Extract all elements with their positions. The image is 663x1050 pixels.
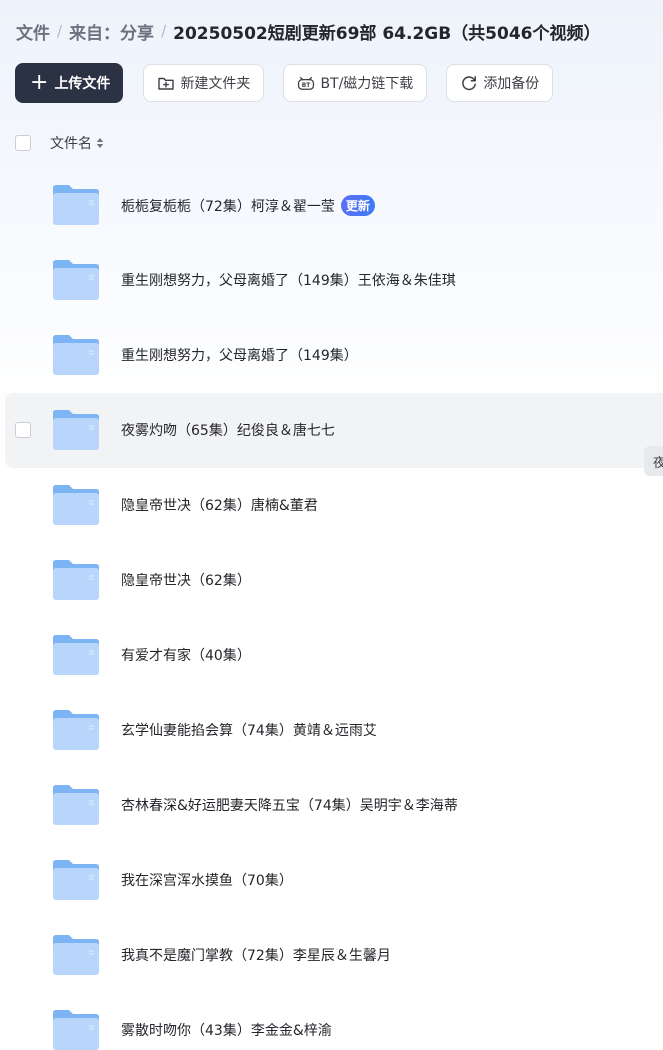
folder-icon — [52, 934, 100, 976]
folder-icon — [52, 784, 100, 826]
breadcrumb-separator: / — [161, 22, 167, 40]
add-backup-button[interactable]: 添加备份 — [446, 64, 554, 102]
new-folder-button[interactable]: 新建文件夹 — [143, 64, 265, 102]
breadcrumb-source[interactable]: 来自：分享 — [69, 19, 154, 44]
upload-button-label: 上传文件 — [54, 76, 111, 92]
row-name-text: 玄学仙妻能掐会算（74集）黄靖＆远雨艾 — [121, 723, 377, 739]
table-row[interactable]: 玄学仙妻能掐会算（74集）黄靖＆远雨艾 — [0, 693, 663, 768]
folder-icon — [52, 859, 100, 901]
table-row[interactable]: 重生刚想努力，父母离婚了（149集） — [0, 318, 663, 393]
row-name[interactable]: 玄学仙妻能掐会算（74集）黄靖＆远雨艾 — [121, 720, 377, 740]
folder-icon — [52, 184, 100, 226]
table-row[interactable]: 雾散时吻你（43集）李金金&梓渝 — [0, 993, 663, 1050]
row-name[interactable]: 重生刚想努力，父母离婚了（149集） — [121, 345, 358, 365]
table-row-hovered[interactable]: 夜雾灼吻（65集）纪俊良＆唐七七 — [5, 393, 663, 468]
row-name[interactable]: 重生刚想努力，父母离婚了（149集）王依海＆朱佳琪 — [121, 270, 456, 290]
row-name-text: 隐皇帝世决（62集）唐楠&董君 — [121, 498, 318, 514]
plus-icon: + — [30, 70, 49, 95]
row-name[interactable]: 隐皇帝世决（62集） — [121, 570, 251, 590]
row-name[interactable]: 有爱才有家（40集） — [121, 645, 251, 665]
add-backup-button-label: 添加备份 — [483, 76, 540, 92]
breadcrumb-root[interactable]: 文件 — [16, 19, 50, 44]
row-name[interactable]: 夜雾灼吻（65集）纪俊良＆唐七七 — [121, 420, 335, 440]
row-name[interactable]: 杏林春深&好运肥妻天降五宝（74集）吴明宇＆李海蒂 — [121, 795, 458, 815]
row-name-text: 我在深宫浑水摸鱼（70集） — [121, 873, 293, 889]
upload-button[interactable]: + 上传文件 — [15, 63, 124, 103]
table-row[interactable]: 栀栀复栀栀（72集）柯淳＆翟一莹 更新 — [0, 168, 663, 243]
bt-download-button[interactable]: BT BT/磁力链下载 — [283, 64, 428, 102]
row-name-text: 杏林春深&好运肥妻天降五宝（74集）吴明宇＆李海蒂 — [121, 798, 458, 814]
row-name[interactable]: 我真不是魔门掌教（72集）李星辰＆生馨月 — [121, 945, 391, 965]
row-checkbox[interactable] — [15, 422, 31, 438]
update-badge: 更新 — [340, 195, 375, 216]
toolbar: + 上传文件 新建文件夹 BT BT/磁力链下载 添加备份 — [15, 63, 572, 103]
new-folder-button-label: 新建文件夹 — [180, 76, 251, 92]
folder-plus-icon — [157, 74, 175, 92]
table-row[interactable]: 我在深宫浑水摸鱼（70集） — [0, 843, 663, 918]
table-row[interactable]: 隐皇帝世决（62集）唐楠&董君 — [0, 468, 663, 543]
column-header-name[interactable]: 文件名 — [50, 133, 104, 153]
sort-icon[interactable] — [96, 137, 104, 149]
table-row[interactable]: 隐皇帝世决（62集） — [0, 543, 663, 618]
row-name-text: 我真不是魔门掌教（72集）李星辰＆生馨月 — [121, 948, 391, 964]
folder-icon — [52, 334, 100, 376]
column-header-name-label: 文件名 — [50, 136, 92, 152]
select-all-checkbox[interactable] — [15, 135, 31, 151]
table-row[interactable]: 有爱才有家（40集） — [0, 618, 663, 693]
row-name-text: 重生刚想努力，父母离婚了（149集）王依海＆朱佳琪 — [121, 273, 456, 289]
row-name-text: 栀栀复栀栀（72集）柯淳＆翟一莹 — [121, 198, 335, 215]
breadcrumb-separator: / — [57, 22, 63, 40]
row-name[interactable]: 栀栀复栀栀（72集）柯淳＆翟一莹 更新 — [121, 195, 375, 216]
table-row[interactable]: 杏林春深&好运肥妻天降五宝（74集）吴明宇＆李海蒂 — [0, 768, 663, 843]
row-name-text: 重生刚想努力，父母离婚了（149集） — [121, 348, 358, 364]
row-name-text: 雾散时吻你（43集）李金金&梓渝 — [121, 1023, 332, 1039]
row-name-text: 夜雾灼吻（65集）纪俊良＆唐七七 — [121, 423, 335, 439]
folder-icon — [52, 259, 100, 301]
row-name-text: 隐皇帝世决（62集） — [121, 573, 251, 589]
row-name-text: 有爱才有家（40集） — [121, 648, 251, 664]
row-name[interactable]: 隐皇帝世决（62集）唐楠&董君 — [121, 495, 318, 515]
folder-icon — [52, 484, 100, 526]
row-name[interactable]: 雾散时吻你（43集）李金金&梓渝 — [121, 1020, 332, 1040]
list-header: 文件名 — [15, 133, 104, 153]
bt-download-icon: BT — [297, 74, 315, 92]
breadcrumb-current: 20250502短剧更新69部 64.2GB（共5046个视频） — [173, 23, 601, 44]
folder-icon — [52, 1009, 100, 1050]
folder-icon — [52, 634, 100, 676]
row-name[interactable]: 我在深宫浑水摸鱼（70集） — [121, 870, 293, 890]
table-row[interactable]: 重生刚想努力，父母离婚了（149集）王依海＆朱佳琪 — [0, 243, 663, 318]
svg-text:BT: BT — [302, 83, 310, 89]
folder-icon — [52, 559, 100, 601]
sync-icon — [460, 74, 478, 92]
folder-icon — [52, 709, 100, 751]
name-tooltip: 夜 — [644, 446, 663, 476]
table-row[interactable]: 我真不是魔门掌教（72集）李星辰＆生馨月 — [0, 918, 663, 993]
folder-icon — [52, 409, 100, 451]
breadcrumb: 文件 / 来自：分享 / 20250502短剧更新69部 64.2GB（共504… — [16, 18, 601, 44]
file-list: 栀栀复栀栀（72集）柯淳＆翟一莹 更新 重生刚想努力，父母离婚了（149集）王依… — [0, 168, 663, 1050]
bt-download-button-label: BT/磁力链下载 — [320, 76, 414, 92]
